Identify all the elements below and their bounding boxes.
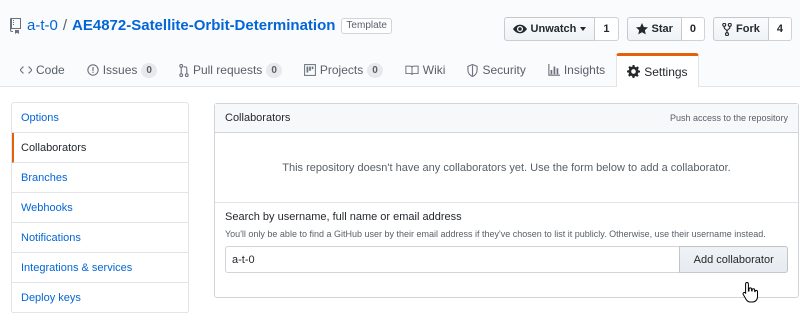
- fork-group: Fork 4: [713, 17, 792, 41]
- star-group: Star 0: [626, 17, 706, 41]
- fork-button[interactable]: Fork: [713, 17, 769, 41]
- tab-projects[interactable]: Projects 0: [293, 53, 394, 86]
- collaborators-title: Collaborators: [225, 112, 291, 124]
- sidebar-item-collaborators[interactable]: Collaborators: [12, 133, 188, 163]
- repo-owner-link[interactable]: a-t-0: [27, 17, 58, 34]
- star-label: Star: [651, 23, 673, 35]
- collaborators-box: Collaborators Push access to the reposit…: [214, 103, 799, 298]
- fork-count[interactable]: 4: [768, 17, 792, 41]
- tab-code[interactable]: Code: [9, 53, 76, 86]
- eye-icon: [512, 24, 527, 34]
- unwatch-button[interactable]: Unwatch: [503, 17, 596, 41]
- search-label: Search by username, full name or email a…: [225, 211, 462, 223]
- pull-request-icon: [179, 63, 189, 77]
- tab-security-label: Security: [482, 63, 526, 77]
- tab-issues-label: Issues: [102, 63, 138, 77]
- chevron-down-icon: [580, 27, 587, 31]
- add-collaborator-form: Search by username, full name or email a…: [215, 203, 798, 273]
- collaborators-header: Collaborators Push access to the reposit…: [215, 104, 798, 133]
- tab-security[interactable]: Security: [456, 53, 536, 86]
- tab-issues[interactable]: Issues 0: [76, 53, 168, 86]
- issue-icon: [86, 64, 99, 76]
- sidebar-item-webhooks[interactable]: Webhooks: [12, 193, 188, 223]
- add-collaborator-button[interactable]: Add collaborator: [679, 246, 788, 273]
- template-badge: Template: [341, 17, 392, 34]
- tab-code-label: Code: [36, 63, 65, 77]
- tab-pull-requests-label: Pull requests: [192, 63, 263, 77]
- push-access-note: Push access to the repository: [669, 113, 788, 123]
- graph-icon: [548, 64, 560, 76]
- path-separator: /: [62, 17, 68, 34]
- star-count[interactable]: 0: [681, 17, 706, 41]
- star-icon: [635, 23, 648, 35]
- sidebar-item-notifications[interactable]: Notifications: [12, 223, 188, 253]
- tab-settings[interactable]: Settings: [616, 53, 699, 87]
- repo-template-icon: [9, 17, 23, 34]
- sidebar-item-integrations[interactable]: Integrations & services: [12, 253, 188, 283]
- repo-name-link[interactable]: AE4872-Satellite-Orbit-Determination: [72, 17, 335, 34]
- unwatch-label: Unwatch: [530, 23, 577, 35]
- project-icon: [303, 64, 316, 76]
- tab-pull-requests-count: 0: [266, 62, 282, 78]
- collaborator-search-input[interactable]: [225, 246, 680, 273]
- hand-cursor-icon: [742, 281, 758, 303]
- tab-insights-label: Insights: [563, 63, 606, 77]
- tab-issues-count: 0: [141, 62, 157, 78]
- settings-sidebar: Options Collaborators Branches Webhooks …: [11, 102, 189, 313]
- fork-icon: [722, 22, 732, 36]
- watch-group: Unwatch 1: [503, 17, 619, 41]
- repo-nav-tabs: Code Issues 0 Pull requests 0 Projects 0…: [9, 53, 699, 87]
- shield-icon: [467, 63, 479, 77]
- repo-actions: Unwatch 1 Star 0 Fork 4: [503, 17, 800, 41]
- gear-icon: [627, 65, 641, 78]
- tab-projects-label: Projects: [319, 63, 364, 77]
- wiki-icon: [405, 65, 419, 75]
- repo-title: a-t-0 / AE4872-Satellite-Orbit-Determina…: [9, 17, 392, 34]
- star-button[interactable]: Star: [626, 17, 682, 41]
- tab-insights[interactable]: Insights: [537, 53, 616, 86]
- code-icon: [20, 66, 32, 74]
- tab-pull-requests[interactable]: Pull requests 0: [168, 53, 293, 86]
- sidebar-item-branches[interactable]: Branches: [12, 163, 188, 193]
- sidebar-item-deploy-keys[interactable]: Deploy keys: [12, 283, 188, 313]
- fork-label: Fork: [736, 23, 760, 35]
- sidebar-item-options[interactable]: Options: [12, 103, 188, 133]
- search-note: You'll only be able to find a GitHub use…: [225, 229, 766, 239]
- tab-projects-count: 0: [367, 62, 383, 78]
- search-row: Add collaborator: [225, 246, 788, 273]
- repo-header: a-t-0 / AE4872-Satellite-Orbit-Determina…: [0, 0, 800, 87]
- tab-wiki[interactable]: Wiki: [394, 53, 457, 86]
- tab-wiki-label: Wiki: [422, 63, 446, 77]
- empty-collaborators-message: This repository doesn't have any collabo…: [215, 133, 798, 203]
- tab-settings-label: Settings: [644, 64, 688, 79]
- watch-count[interactable]: 1: [595, 17, 619, 41]
